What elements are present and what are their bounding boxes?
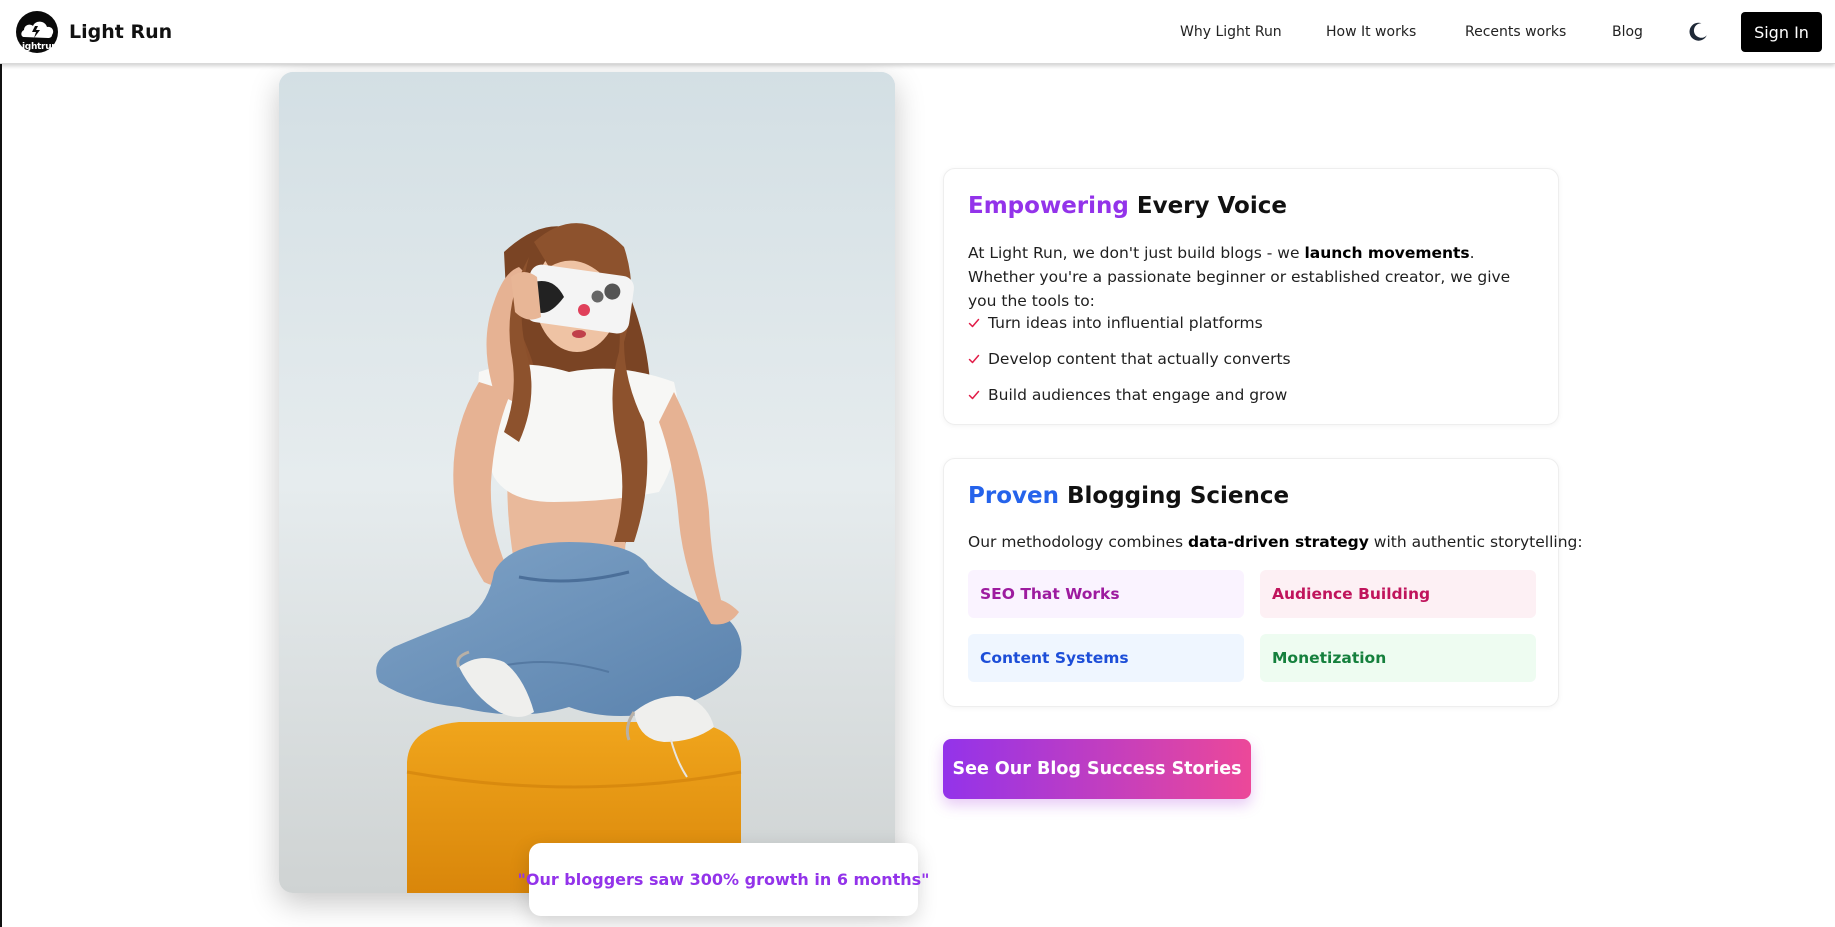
method-after: with authentic storytelling: (1368, 533, 1583, 551)
brand-home-link[interactable]: Lightrun Light Run (15, 10, 172, 54)
checklist-item-text: Develop content that actually converts (988, 350, 1291, 368)
check-icon (968, 318, 980, 328)
intro-bold: launch movements (1304, 244, 1470, 262)
benefits-checklist: Turn ideas into influential platforms De… (968, 305, 1291, 413)
checklist-item: Build audiences that engage and grow (968, 377, 1291, 413)
method-bold: data-driven strategy (1188, 533, 1369, 551)
sign-in-button[interactable]: Sign In (1741, 12, 1822, 52)
logo-wordmark: Lightrun (16, 41, 58, 52)
title-accent-empowering: Empowering (968, 193, 1129, 219)
brand-name: Light Run (69, 20, 173, 43)
checklist-item-text: Build audiences that engage and grow (988, 386, 1288, 404)
nav-how-it-works[interactable]: How It works (1326, 24, 1416, 40)
lightrun-logo: Lightrun (15, 10, 59, 54)
nav-blog[interactable]: Blog (1612, 24, 1643, 40)
pill-audience-building[interactable]: Audience Building (1260, 570, 1536, 618)
pill-monetization[interactable]: Monetization (1260, 634, 1536, 682)
check-icon (968, 390, 980, 400)
woman-photo-illustration (279, 72, 895, 893)
checklist-item: Turn ideas into influential platforms (968, 305, 1291, 341)
checklist-item-text: Turn ideas into influential platforms (988, 314, 1263, 332)
nav-recent-works[interactable]: Recents works (1465, 24, 1566, 40)
method-before: Our methodology combines (968, 533, 1189, 551)
page-left-border (0, 0, 2, 927)
pill-content-systems[interactable]: Content Systems (968, 634, 1244, 682)
top-navbar: Lightrun Light Run Why Light Run How It … (0, 0, 1835, 64)
pill-seo-that-works[interactable]: SEO That Works (968, 570, 1244, 618)
card-intro-text: At Light Run, we don't just build blogs … (968, 241, 1538, 313)
card-proven-blogging-science: Proven Blogging Science Our methodology … (943, 458, 1583, 707)
hero-photo (279, 72, 895, 893)
title-accent-proven: Proven (968, 483, 1059, 509)
title-rest-blogging-science: Blogging Science (1058, 483, 1290, 509)
intro-before: At Light Run, we don't just build blogs … (968, 244, 1305, 262)
title-rest-every-voice: Every Voice (1128, 193, 1287, 219)
moon-icon[interactable] (1686, 20, 1710, 44)
card-title-empowering: Empowering Every Voice (968, 193, 1287, 219)
card-title-proven: Proven Blogging Science (968, 483, 1289, 509)
checklist-item: Develop content that actually converts (968, 341, 1291, 377)
growth-quote-badge: "Our bloggers saw 300% growth in 6 month… (518, 843, 929, 916)
nav-why-light-run[interactable]: Why Light Run (1180, 24, 1282, 40)
methodology-text: Our methodology combines data-driven str… (968, 533, 1583, 551)
check-icon (968, 354, 980, 364)
blog-success-stories-button[interactable]: See Our Blog Success Stories (943, 739, 1251, 799)
card-empowering-every-voice: Empowering Every Voice At Light Run, we … (943, 168, 1559, 425)
